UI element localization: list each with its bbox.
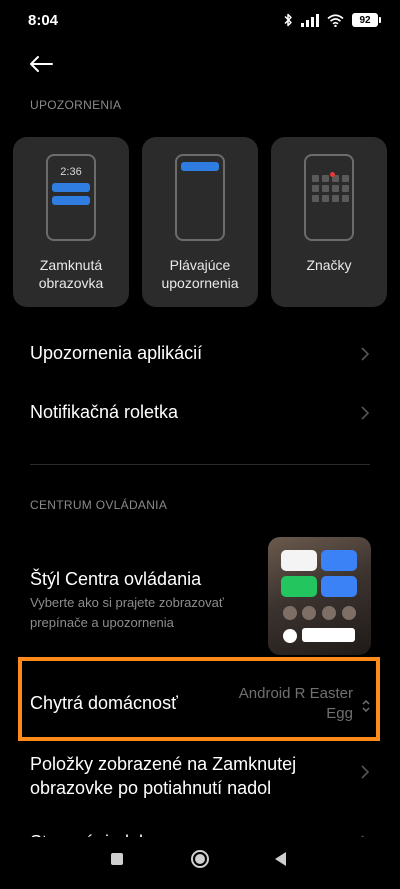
preview-notification-bar [52,183,90,192]
preview-toggle [283,629,297,643]
app-notifications-row[interactable]: Upozornenia aplikácií [0,334,400,374]
preview-toggle [302,606,316,620]
preview-toggle [283,606,297,620]
battery-icon: 92 [352,13,381,27]
chevron-right-icon [361,406,370,420]
back-arrow-icon [30,56,53,72]
preview-slider [302,628,355,642]
row-title: Položky zobrazené na Zamknutej obrazovke… [30,754,297,798]
notifications-section-title: UPOZORNENIA [30,98,122,112]
lock-screen-preview: 2:36 [46,154,96,241]
badge-dot [330,172,335,177]
row-title: Upozornenia aplikácií [30,343,203,363]
notification-style-cards: 2:36 Zamknutá obrazovka Plávajúce upozor… [13,137,387,307]
preview-toggle [322,606,336,620]
control-center-section-title: CENTRUM OVLÁDANIA [30,498,168,512]
lock-screen-card[interactable]: 2:36 Zamknutá obrazovka [13,137,129,307]
wifi-icon [327,13,344,27]
chevron-right-icon [361,347,370,361]
navigation-bar [0,837,400,889]
bluetooth-icon [284,13,292,27]
status-icons: 92 [283,13,381,27]
floating-notifications-card[interactable]: Plávajúce upozornenia [142,137,258,307]
highlight-box [18,657,380,741]
preview-tile [321,576,357,597]
card-label: Plávajúce upozornenia [161,257,239,291]
floating-notification-preview [175,154,225,241]
chevron-right-icon [361,765,370,779]
card-label: Zamknutá obrazovka [38,257,104,291]
app-icon-grid [312,175,349,202]
lockscreen-items-row[interactable]: Položky zobrazené na Zamknutej obrazovke… [0,750,400,800]
badges-card[interactable]: Značky [271,137,387,307]
status-bar: 8:04 92 [0,0,400,44]
section-divider [30,464,370,465]
row-title: Štýl Centra ovládania [30,569,202,589]
preview-notification-bar [52,196,90,205]
home-button[interactable] [191,850,209,868]
nav-back-button[interactable] [275,852,286,866]
row-subtitle: Vyberte ako si prajete zobrazovať prepín… [30,595,224,630]
preview-toggle [342,606,356,620]
card-label: Značky [306,257,352,273]
preview-notification-bar [181,162,219,171]
signal-icon [301,13,319,27]
row-title: Notifikačná roletka [30,402,179,422]
preview-tile [321,550,357,571]
status-time: 8:04 [28,12,59,29]
notification-shade-row[interactable]: Notifikačná roletka [0,393,400,433]
battery-level: 92 [359,14,371,26]
back-button[interactable] [28,50,58,78]
preview-tile [281,550,317,571]
control-center-preview [268,537,371,655]
preview-time: 2:36 [60,166,82,178]
recents-button[interactable] [111,853,123,865]
preview-tile [281,576,317,597]
badge-preview [304,154,354,241]
